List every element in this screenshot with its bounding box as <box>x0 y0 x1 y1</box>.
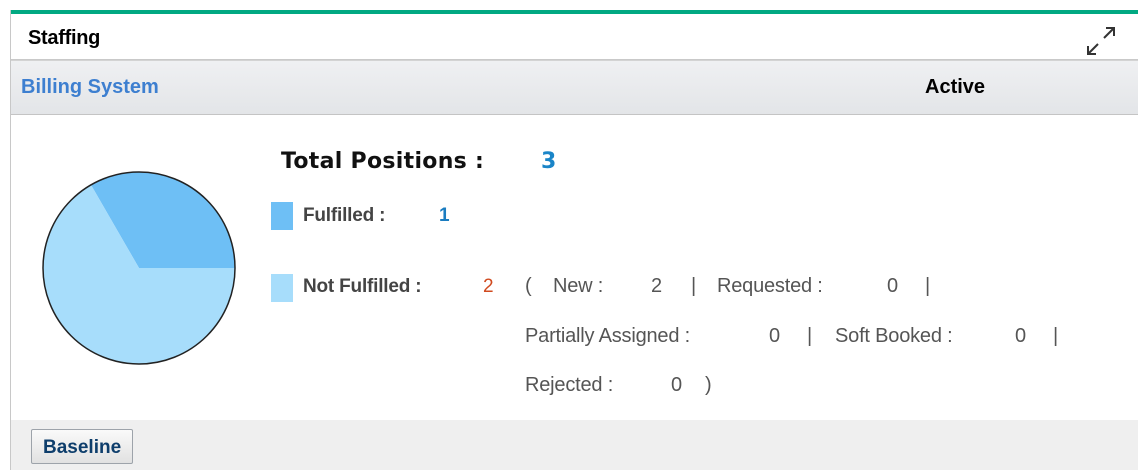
widget-header: Staffing <box>11 14 1138 60</box>
not-fulfilled-label: Not Fulfilled : <box>303 276 422 297</box>
widget-footer: Baseline <box>11 420 1138 470</box>
total-positions-label: Total Positions : <box>281 149 485 174</box>
project-row: Billing System Active <box>11 60 1138 115</box>
requested-value: 0 <box>887 275 898 297</box>
soft-booked-label: Soft Booked : <box>835 325 953 347</box>
partially-assigned-value: 0 <box>769 325 780 347</box>
widget-title: Staffing <box>28 27 101 49</box>
staffing-widget: Staffing Billing System Active Total Pos… <box>10 10 1138 470</box>
project-status: Active <box>925 76 986 98</box>
fulfilled-label: Fulfilled : <box>303 205 386 226</box>
new-value[interactable]: 2 <box>651 275 662 298</box>
separator: | <box>691 275 696 297</box>
baseline-button[interactable]: Baseline <box>31 429 134 464</box>
requested-label: Requested : <box>717 275 823 297</box>
separator: | <box>925 275 930 297</box>
new-label: New : <box>553 275 604 297</box>
soft-booked-value: 0 <box>1015 325 1026 347</box>
expand-icon[interactable] <box>1084 24 1118 58</box>
positions-pie-chart <box>42 171 236 365</box>
not-fulfilled-legend-swatch <box>271 274 293 302</box>
breakdown-open-paren: ( <box>525 275 532 297</box>
fulfilled-value[interactable]: 1 <box>439 205 450 227</box>
staffing-summary: Total Positions : 3 Fulfilled : 1 Not Fu… <box>11 115 1138 420</box>
not-fulfilled-value[interactable]: 2 <box>483 276 494 298</box>
breakdown-close-paren: ) <box>705 374 712 396</box>
total-positions-value: 3 <box>541 149 557 174</box>
rejected-label: Rejected : <box>525 374 614 396</box>
separator: | <box>807 325 812 347</box>
rejected-value: 0 <box>671 374 682 396</box>
partially-assigned-label: Partially Assigned : <box>525 325 690 347</box>
project-name-link[interactable]: Billing System <box>21 76 159 99</box>
fulfilled-legend-swatch <box>271 202 293 230</box>
separator: | <box>1053 325 1058 347</box>
